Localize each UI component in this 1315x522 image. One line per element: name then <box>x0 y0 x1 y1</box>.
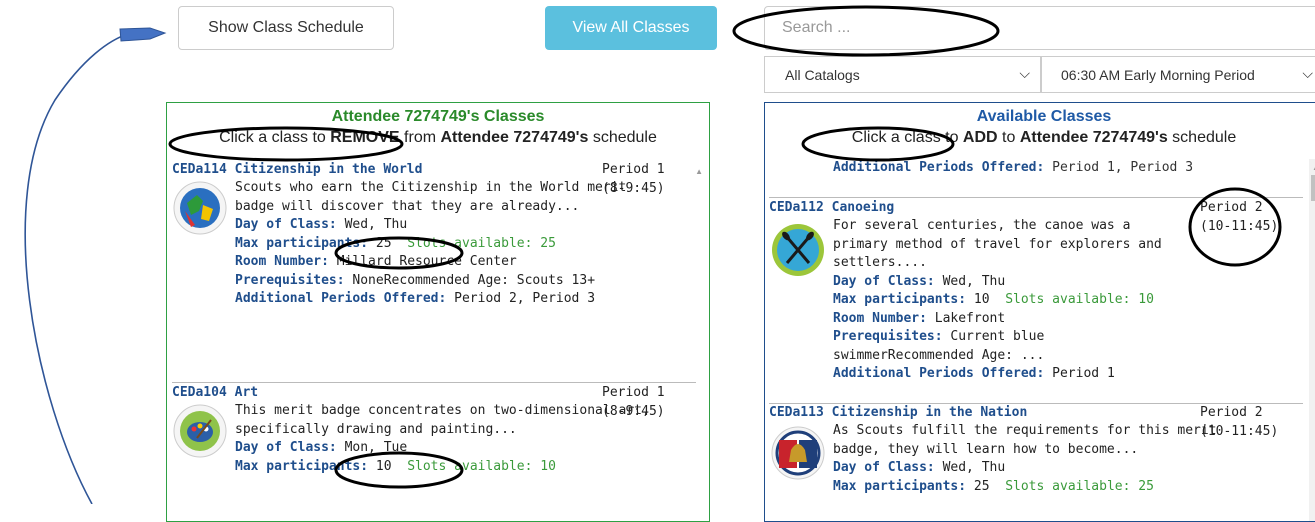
chevron-down-icon: ⌵ <box>1302 65 1313 81</box>
class-description: As Scouts fulfill the requirements for t… <box>833 423 1217 457</box>
divider <box>172 382 696 383</box>
class-code: CEDa112 <box>769 200 824 215</box>
search-input[interactable]: Search ... <box>764 6 1315 50</box>
class-period: Period 1 (8-9:45) <box>602 385 665 419</box>
canoeing-badge-icon <box>772 224 824 276</box>
day-of-class: Wed, Thu <box>942 273 1006 289</box>
class-name: Citizenship in the Nation <box>831 405 1028 420</box>
class-item-cit-nation[interactable]: CEDa113 Citizenship in the Nation As Sco… <box>769 404 1303 521</box>
class-item-art[interactable]: CEDa104 Art This merit badge concentrate… <box>172 384 692 521</box>
scrollbar-thumb[interactable] <box>1311 175 1315 201</box>
class-name: Art <box>234 385 259 400</box>
day-of-class: Mon, Tue <box>344 440 408 455</box>
chevron-down-icon: ⌵ <box>1019 65 1030 81</box>
class-code: CEDa104 <box>172 385 227 400</box>
scroll-up-icon[interactable]: ▲ <box>695 167 703 176</box>
panel-instruction: Click a class to REMOVE from Attendee 72… <box>219 129 657 146</box>
available-classes-panel: Available Classes Click a class to ADD t… <box>764 102 1315 522</box>
class-name: Canoeing <box>831 200 895 215</box>
arrow-icon <box>119 27 167 42</box>
class-code: CEDa113 <box>769 405 824 420</box>
scrollbar[interactable]: ▲ <box>1309 159 1315 521</box>
day-of-class: Wed, Thu <box>942 460 1006 475</box>
panel-instruction: Click a class to ADD to Attendee 7274749… <box>851 129 1237 146</box>
attendee-classes-panel: Attendee 7274749's Classes Click a class… <box>166 102 710 522</box>
catalog-select-value: All Catalogs <box>785 66 860 83</box>
catalog-select[interactable]: All Catalogs ⌵ <box>764 56 1041 93</box>
class-period: Period 1 (8-9:45) <box>602 162 665 196</box>
class-description: Scouts who earn the Citizenship in the W… <box>235 180 627 214</box>
art-badge-icon <box>173 404 227 458</box>
class-name: Citizenship in the World <box>234 162 423 177</box>
class-item-partial[interactable]: Additional Periods Offered: Period 1, Pe… <box>833 159 1253 178</box>
citizenship-world-badge-icon <box>173 181 227 235</box>
class-item-cit-world[interactable]: CEDa114 Citizenship in the World Scouts … <box>172 161 692 381</box>
class-period: Period 2 (10-11:45) <box>1200 405 1279 439</box>
class-code: CEDa114 <box>172 162 227 177</box>
period-select-value: 06:30 AM Early Morning Period <box>1061 66 1255 83</box>
period-select[interactable]: 06:30 AM Early Morning Period ⌵ <box>1041 56 1315 93</box>
day-of-class: Wed, Thu <box>344 217 408 232</box>
class-description: For several centuries, the canoe was a p… <box>833 218 1162 270</box>
annotation-arrow-line <box>24 32 133 504</box>
divider <box>769 197 1303 198</box>
panel-title: Available Classes <box>976 108 1112 125</box>
class-period: Period 2 (10-11:45) <box>1200 200 1279 234</box>
class-item-canoeing[interactable]: CEDa112 Canoeing For several centuries, … <box>769 199 1303 404</box>
view-all-classes-button[interactable]: View All Classes <box>545 6 717 50</box>
citizenship-nation-badge-icon <box>771 426 825 480</box>
panel-title: Attendee 7274749's Classes <box>331 108 545 125</box>
show-class-schedule-button[interactable]: Show Class Schedule <box>178 6 394 50</box>
class-description: This merit badge concentrates on two-dim… <box>235 403 650 437</box>
